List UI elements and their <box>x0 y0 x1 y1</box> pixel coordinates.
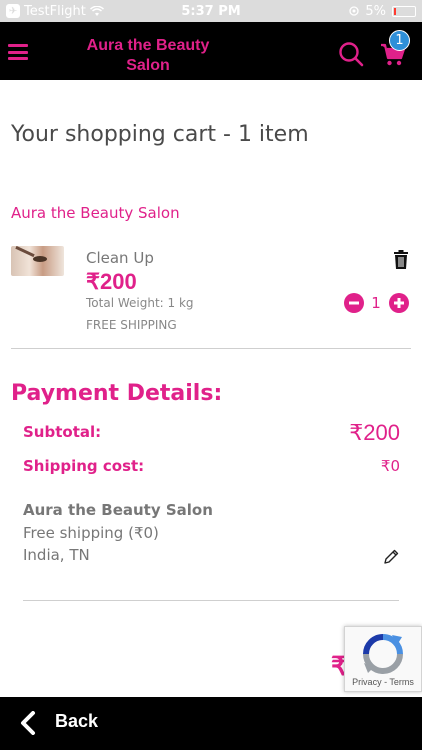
battery-icon <box>392 5 416 17</box>
page-title: Your shopping cart - 1 item <box>11 122 309 147</box>
status-left: ✈ TestFlight <box>6 4 146 19</box>
brand-line-2: Salon <box>126 57 170 74</box>
subtotal-label: Subtotal: <box>23 423 102 441</box>
footer-bar[interactable]: Back <box>0 697 422 750</box>
store-name-link[interactable]: Aura the Beauty Salon <box>11 204 180 222</box>
status-bar: ✈ TestFlight 5:37 PM 5% <box>0 0 422 22</box>
product-price: ₹200 <box>86 269 137 294</box>
shipping-cost-value: ₹0 <box>380 457 400 475</box>
search-icon[interactable] <box>338 41 364 67</box>
battery-percent: 5% <box>365 3 386 19</box>
status-time: 5:37 PM <box>181 3 241 19</box>
status-right: 5% <box>276 4 416 19</box>
divider <box>11 348 411 349</box>
edit-pencil-icon[interactable] <box>383 549 399 565</box>
quantity-increase-icon[interactable] <box>389 293 409 313</box>
recaptcha-terms-link[interactable]: Terms <box>389 677 414 687</box>
brand-title[interactable]: Aura the Beauty Salon <box>70 36 226 76</box>
product-shipping: FREE SHIPPING <box>86 318 177 332</box>
back-arrow-icon[interactable] <box>18 711 38 735</box>
shipping-store-name: Aura the Beauty Salon <box>23 501 213 519</box>
back-button[interactable]: Back <box>55 711 98 732</box>
status-app-name: TestFlight <box>24 3 86 19</box>
recaptcha-privacy-link[interactable]: Privacy <box>352 677 382 687</box>
shipping-cost-label: Shipping cost: <box>23 457 145 475</box>
recaptcha-icon <box>363 634 403 674</box>
cart-count-badge: 1 <box>389 30 410 51</box>
trash-icon[interactable] <box>393 250 409 269</box>
product-name[interactable]: Clean Up <box>86 249 154 267</box>
divider <box>23 600 399 601</box>
payment-details-heading: Payment Details: <box>11 381 223 406</box>
quantity-decrease-icon[interactable] <box>344 293 364 313</box>
product-weight: Total Weight: 1 kg <box>86 296 194 310</box>
testflight-icon: ✈ <box>6 4 20 18</box>
product-thumbnail[interactable] <box>11 246 64 276</box>
app-header: Aura the Beauty Salon 1 <box>0 22 422 80</box>
shipping-location: India, TN <box>23 546 90 564</box>
brand-line-1: Aura the Beauty <box>86 37 210 54</box>
wifi-icon <box>89 5 104 16</box>
quantity-value: 1 <box>371 294 381 312</box>
menu-icon[interactable] <box>8 44 28 60</box>
shipping-method: Free shipping (₹0) <box>23 524 159 542</box>
recaptcha-links: Privacy - Terms <box>345 677 421 687</box>
subtotal-value: ₹200 <box>349 420 400 445</box>
recaptcha-badge[interactable]: Privacy - Terms <box>344 626 422 692</box>
location-icon <box>349 6 360 16</box>
